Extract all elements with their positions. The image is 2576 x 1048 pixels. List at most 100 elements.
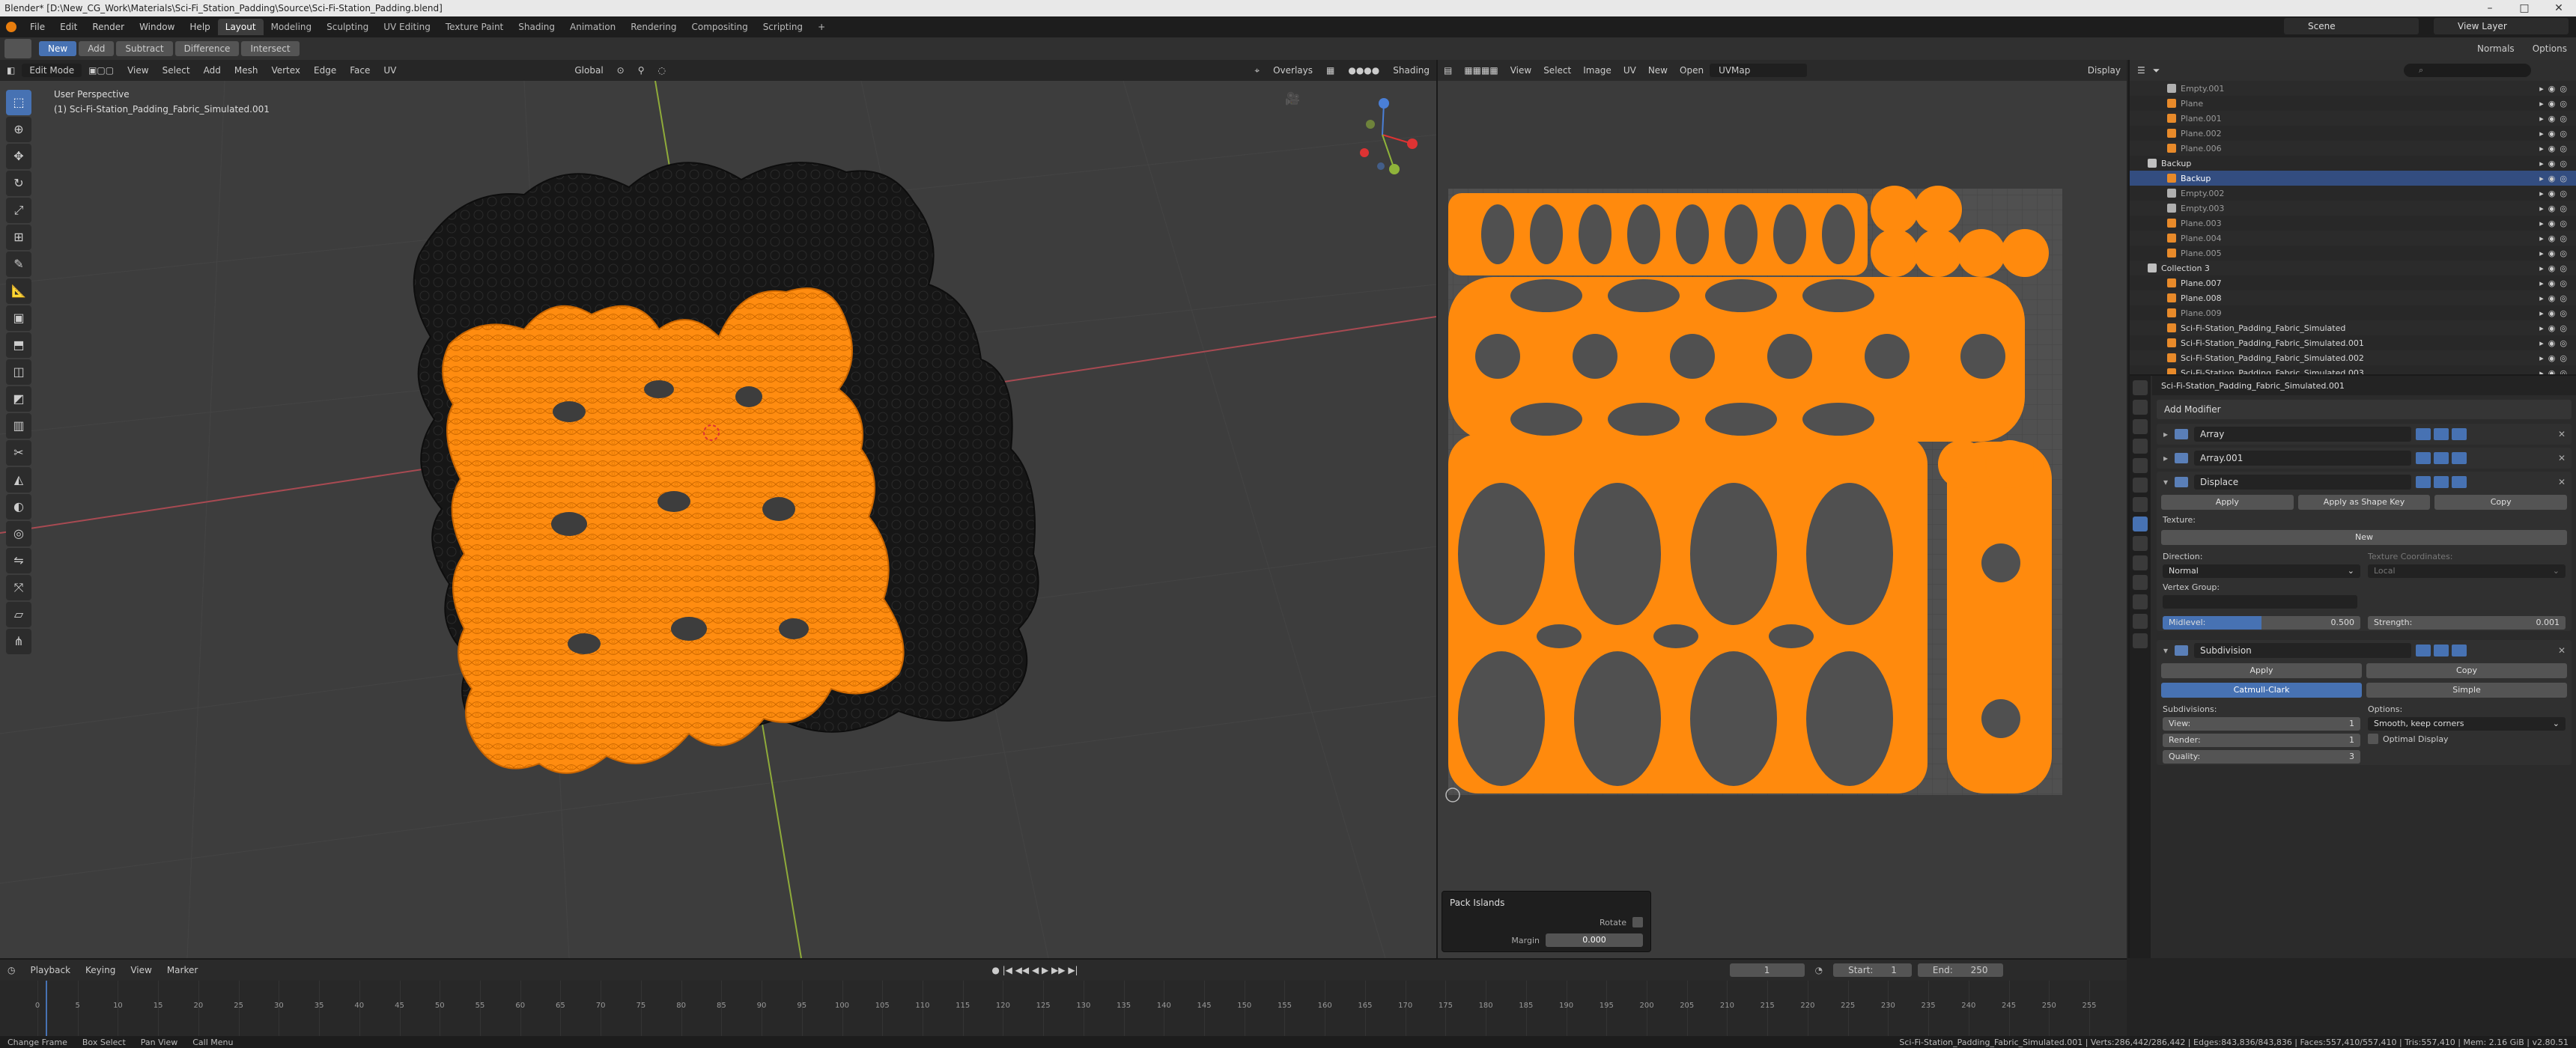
viewport-menu-select[interactable]: Select [156,65,197,76]
row-visibility-icons[interactable]: ▸◉◎ [2539,308,2572,318]
data-tab-icon[interactable] [2133,594,2148,609]
measure-tool-icon[interactable]: 📐 [6,278,31,304]
outliner-row[interactable]: Sci-Fi-Station_Padding_Fabric_Simulated.… [2130,365,2576,374]
row-visibility-icons[interactable]: ▸◉◎ [2539,219,2572,228]
3d-viewport[interactable]: ◧ Edit Mode ▣▢▢ View Select Add Mesh Ver… [0,60,1436,958]
row-visibility-icons[interactable]: ▸◉◎ [2539,278,2572,288]
menu-render[interactable]: Render [85,22,132,32]
outliner-row[interactable]: Plane.007 ▸◉◎ [2130,275,2576,290]
navigation-gizmo[interactable] [1337,90,1427,180]
array-visibility-toggles[interactable] [2416,428,2467,440]
modifier-tab-icon[interactable] [2133,517,2148,531]
spin-tool-icon[interactable]: ◐ [6,494,31,520]
shear-tool-icon[interactable]: ▱ [6,602,31,627]
blender-logo-icon[interactable] [6,22,16,32]
viewport-menu-vertex[interactable]: Vertex [264,65,307,76]
viewport-menu-uv[interactable]: UV [377,65,403,76]
array-remove-icon[interactable]: ✕ [2558,429,2566,439]
transform-tool-icon[interactable]: ⊞ [6,225,31,250]
outliner-row[interactable]: Plane.009 ▸◉◎ [2130,305,2576,320]
menu-help[interactable]: Help [182,22,217,32]
timeline-menu-marker[interactable]: Marker [160,965,205,975]
subdiv-copy-button[interactable]: Copy [2366,663,2567,678]
object-tab-icon[interactable] [2133,497,2148,512]
pivot-icon[interactable]: ⊙ [610,65,631,76]
timeline-menu-playback[interactable]: Playback [22,965,78,975]
outliner-row[interactable]: Plane.005 ▸◉◎ [2130,246,2576,261]
tab-shading[interactable]: Shading [511,22,562,32]
displace-apply-button[interactable]: Apply [2161,495,2294,510]
menu-edit[interactable]: Edit [52,22,85,32]
start-frame-field[interactable]: Start: 1 [1833,963,1912,977]
select-mode-icons[interactable]: ▣▢▢ [82,65,121,76]
row-visibility-icons[interactable]: ▸◉◎ [2539,204,2572,213]
row-visibility-icons[interactable]: ▸◉◎ [2539,249,2572,258]
array-name-field[interactable]: Array [2194,427,2411,442]
mode-subtract-button[interactable]: Subtract [116,41,173,56]
subdiv-remove-icon[interactable]: ✕ [2558,645,2566,656]
outliner-row[interactable]: Plane.004 ▸◉◎ [2130,231,2576,246]
tab-scripting[interactable]: Scripting [756,22,810,32]
uv-select-mode-icons[interactable]: ▦▦▦▦ [1458,65,1504,76]
uv-smooth-dropdown[interactable]: Smooth, keep corners ⌄ [2368,717,2566,731]
scale-tool-icon[interactable]: ⤢ [6,198,31,223]
simple-button[interactable]: Simple [2366,683,2567,698]
poly-build-tool-icon[interactable]: ◭ [6,467,31,493]
cursor-tool-icon[interactable]: ⊕ [6,117,31,142]
outliner-type-icon[interactable]: ☰ [2130,65,2153,76]
mode-add-button[interactable]: Add [79,41,115,56]
catmull-clark-button[interactable]: Catmull-Clark [2161,683,2362,698]
render-tab-icon[interactable] [2133,400,2148,415]
texture-coordinates-dropdown[interactable]: Local ⌄ [2368,564,2566,578]
uv-menu-view[interactable]: View [1504,65,1537,76]
current-frame-field[interactable]: 1 [1729,963,1805,977]
outliner-row[interactable]: Sci-Fi-Station_Padding_Fabric_Simulated.… [2130,335,2576,350]
playback-controls-icons[interactable]: ● |◀ ◀◀ ◀ ▶ ▶▶ ▶| [984,965,1085,975]
xray-icon[interactable]: ▦ [1319,65,1341,76]
outliner-row[interactable]: Backup ▸◉◎ [2130,171,2576,186]
menu-window[interactable]: Window [132,22,182,32]
gizmo-toggle-icon[interactable]: ⌖ [1248,65,1266,76]
margin-field[interactable]: 0.000 [1546,933,1643,947]
annotate-tool-icon[interactable]: ✎ [6,252,31,277]
outliner-row[interactable]: Empty.003 ▸◉◎ [2130,201,2576,216]
world-tab-icon[interactable] [2133,478,2148,493]
material-tab-icon[interactable] [2133,614,2148,629]
outliner-row[interactable]: Sci-Fi-Station_Padding_Fabric_Simulated ▸… [2130,320,2576,335]
snap-icon[interactable]: ⚲ [631,65,651,76]
bevel-tool-icon[interactable]: ◩ [6,386,31,412]
rotate-checkbox[interactable] [1632,917,1643,927]
view-layer-selector[interactable]: View Layer [2434,18,2569,34]
editor-type-icon[interactable]: ◧ [0,65,22,76]
outliner-row[interactable]: Plane.002 ▸◉◎ [2130,126,2576,141]
mode-dropdown[interactable]: Edit Mode [22,64,82,77]
array-expand-icon[interactable]: ▸ [2157,429,2175,439]
inset-tool-icon[interactable]: ◫ [6,359,31,385]
vertex-group-field[interactable] [2163,595,2357,609]
proportional-icon[interactable]: ◌ [651,65,672,76]
uv-editor-type-icon[interactable]: ▤ [1438,65,1458,76]
strength-field[interactable]: Strength: 0.001 [2368,616,2566,630]
shrink-fatten-tool-icon[interactable]: ⤧ [6,575,31,600]
close-window-button[interactable]: ✕ [2542,2,2576,14]
normals-dropdown[interactable]: Normals [2468,41,2524,56]
displace-remove-icon[interactable]: ✕ [2558,477,2566,487]
row-visibility-icons[interactable]: ▸◉◎ [2539,144,2572,153]
move-tool-icon[interactable]: ✥ [6,144,31,169]
uv-menu-image[interactable]: Image [1577,65,1617,76]
row-visibility-icons[interactable]: ▸◉◎ [2539,174,2572,183]
viewport-menu-edge[interactable]: Edge [307,65,343,76]
mode-intersect-button[interactable]: Intersect [241,41,300,56]
array001-name-field[interactable]: Array.001 [2194,451,2411,466]
outliner-filter-icon[interactable]: ⏷ [2153,65,2160,76]
timeline-scale[interactable]: 0 5 10 15 20 25 30 35 40 45 50 55 60 65 70 75 80 85 90 95 10… [0,981,2127,1038]
tab-texture-paint[interactable]: Texture Paint [438,22,511,32]
timeline-menu-keying[interactable]: Keying [78,965,123,975]
uv-menu-select[interactable]: Select [1537,65,1577,76]
array001-remove-icon[interactable]: ✕ [2558,453,2566,463]
scene-tab-icon[interactable] [2133,458,2148,473]
outliner-row[interactable]: Plane.001 ▸◉◎ [2130,111,2576,126]
uv-editor[interactable]: ▤ ▦▦▦▦ View Select Image UV New Open UVM… [1436,60,2127,958]
overlays-dropdown[interactable]: Overlays [1266,65,1319,76]
tab-layout[interactable]: Layout [217,19,264,35]
